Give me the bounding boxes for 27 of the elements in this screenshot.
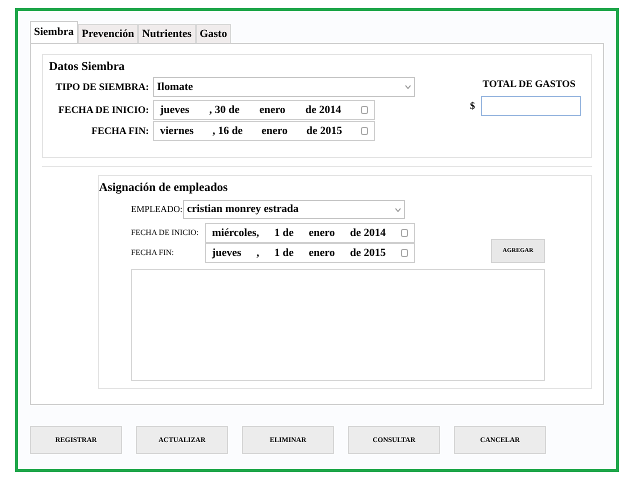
caret-icon — [405, 85, 411, 89]
field-label: EMPLEADO: — [131, 202, 181, 216]
dropdown[interactable]: cristian monrey estrada — [183, 200, 405, 219]
group-title: Datos Siembra — [49, 58, 126, 75]
field-label: FECHA DE INICIO: — [57, 104, 149, 118]
field-label: FECHA FIN: — [131, 247, 175, 259]
total-field[interactable] — [481, 96, 581, 116]
tab[interactable]: Siembra — [30, 21, 78, 43]
dropdown[interactable]: Ilomate — [153, 77, 415, 97]
date-picker[interactable]: viernes , 16 de enero de 2015 — [153, 121, 375, 141]
field-label: TIPO DE SIEMBRA: — [54, 80, 149, 94]
group-title: Asignación de empleados — [99, 179, 229, 196]
date-picker[interactable]: jueves , 1 de enero de 2015 — [205, 243, 415, 263]
field-label: FECHA DE INICIO: — [131, 227, 200, 239]
date-picker[interactable]: miércoles, 1 de enero de 2014 — [205, 223, 415, 243]
currency-label: $ — [470, 100, 475, 114]
field-label: FECHA FIN: — [90, 124, 149, 138]
spinner-icon — [400, 229, 408, 237]
field-label: TOTAL DE GASTOS — [482, 78, 576, 92]
caret-icon — [395, 208, 401, 212]
tab[interactable]: Nutrientes — [138, 24, 196, 43]
spinner-icon — [360, 106, 368, 114]
spinner-icon — [400, 249, 408, 257]
tab[interactable]: Gasto — [196, 24, 232, 43]
date-picker[interactable]: jueves , 30 de enero de 2014 — [153, 100, 375, 120]
tab[interactable]: Prevención — [78, 24, 138, 43]
spinner-icon — [361, 127, 368, 135]
